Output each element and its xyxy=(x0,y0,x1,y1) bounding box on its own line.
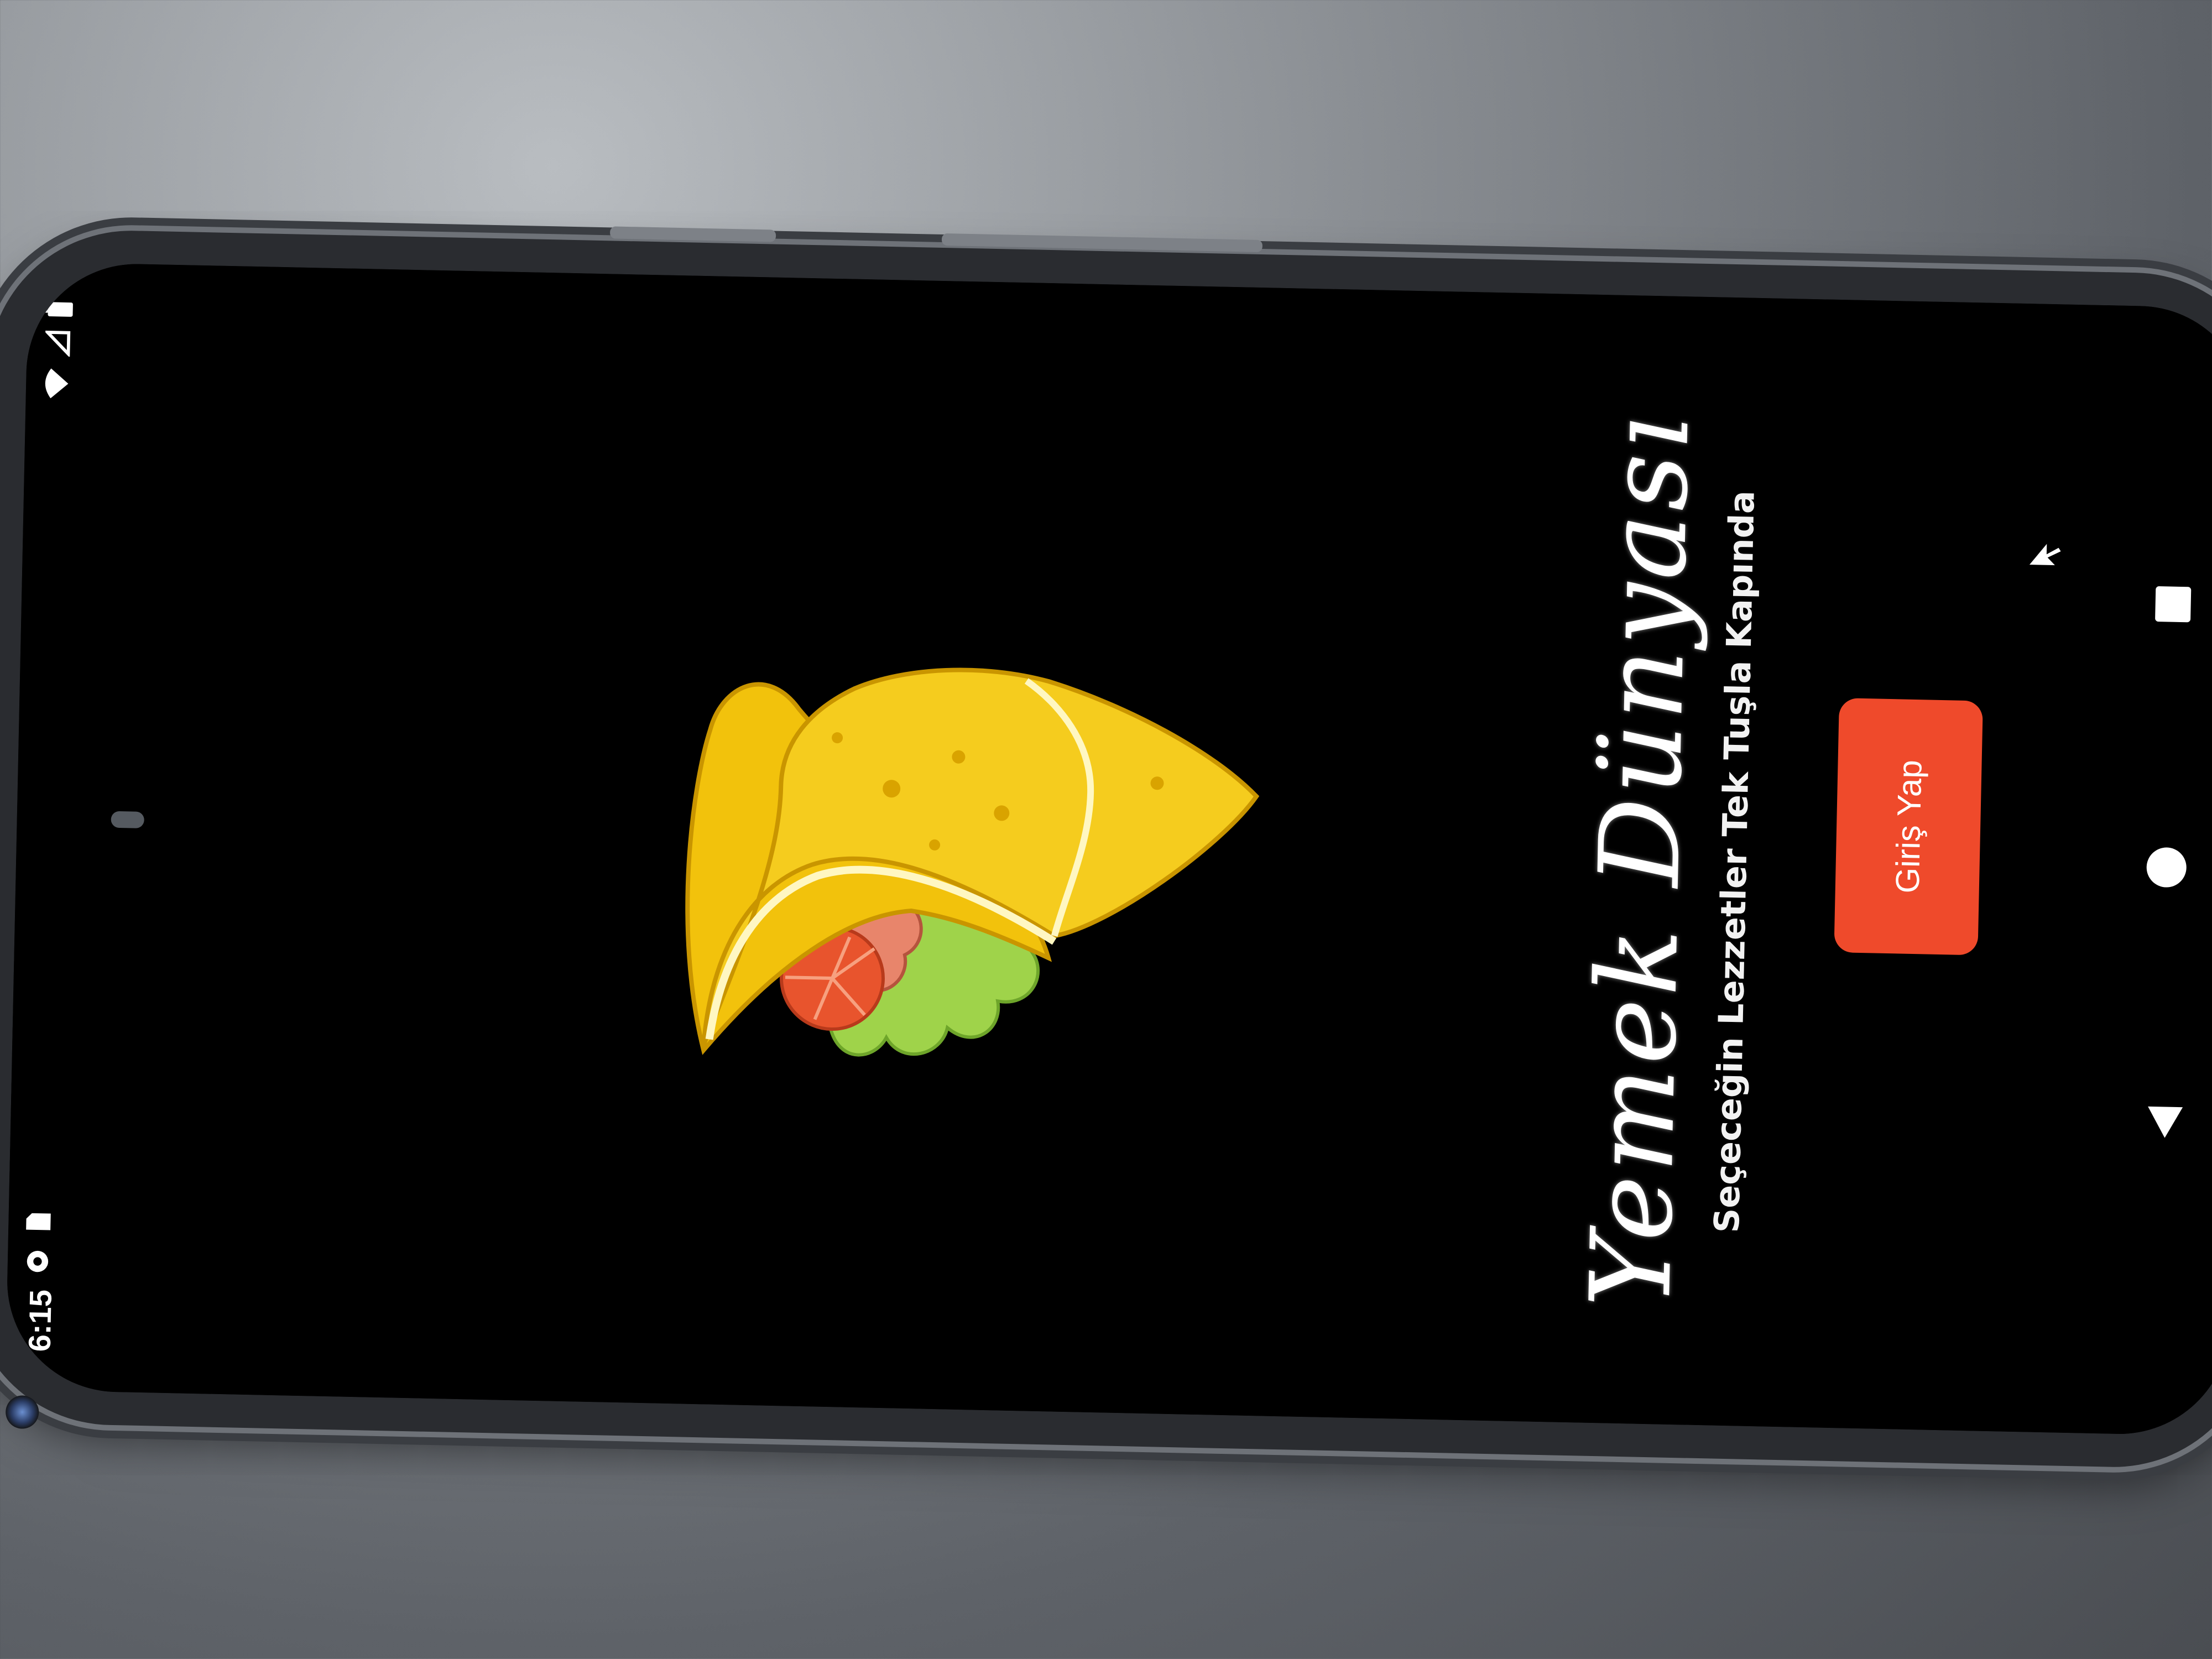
volume-button xyxy=(609,226,776,242)
power-button xyxy=(941,233,1263,253)
front-camera xyxy=(5,1395,39,1430)
status-bar: 6:15 xyxy=(5,262,90,1391)
app-display: 6:15 Yemek Dünyası Seçeceğin Lezzetler T… xyxy=(5,262,2212,1437)
battery-icon xyxy=(44,301,74,318)
login-button[interactable]: Giriş Yap xyxy=(1834,698,1983,956)
status-time: 6:15 xyxy=(22,1289,58,1352)
phone-device: 6:15 Yemek Dünyası Seçeceğin Lezzetler T… xyxy=(0,226,2212,1470)
wrap-sandwich-illustration xyxy=(664,563,1272,1106)
status-left-icons xyxy=(24,1211,51,1275)
status-right-icons xyxy=(43,301,74,399)
wifi-icon xyxy=(44,368,70,399)
back-icon[interactable] xyxy=(2145,1103,2187,1142)
app-title: Yemek Dünyası xyxy=(1566,410,1714,1310)
screen-highlight xyxy=(111,811,145,828)
mouse-cursor-icon xyxy=(2025,536,2067,570)
phone-screen: 6:15 Yemek Dünyası Seçeceğin Lezzetler T… xyxy=(5,262,2212,1437)
home-icon[interactable] xyxy=(2146,847,2187,888)
android-settings-icon xyxy=(24,1249,50,1275)
navigation-bar xyxy=(2106,306,2212,1436)
signal-icon xyxy=(45,330,71,357)
sim-card-icon xyxy=(25,1211,52,1234)
recents-icon[interactable] xyxy=(2155,586,2192,623)
